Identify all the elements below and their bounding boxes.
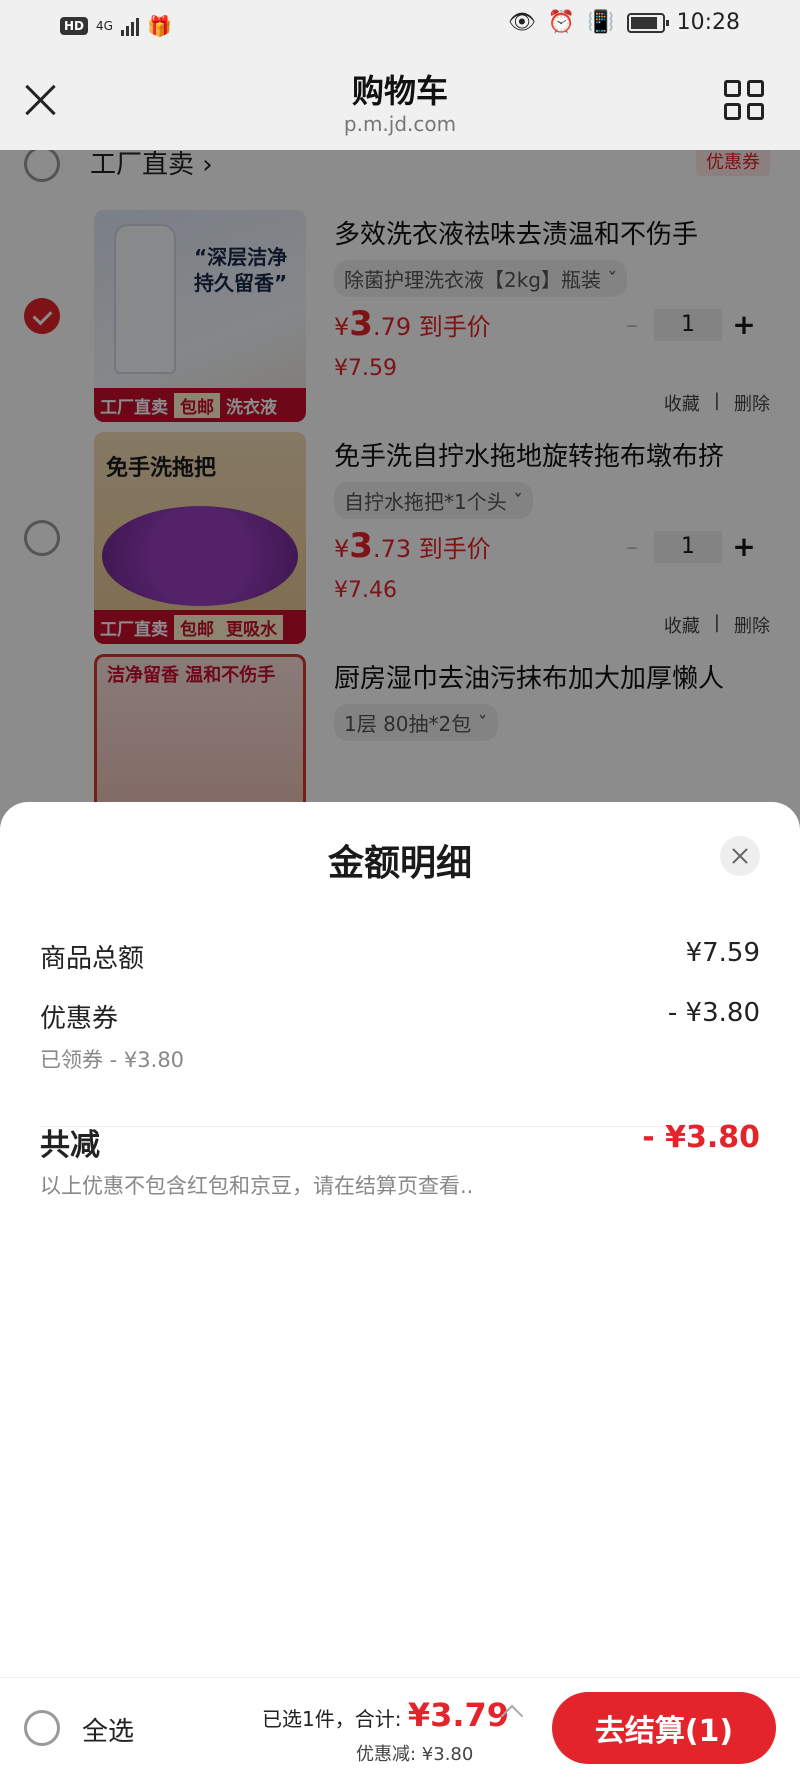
select-all-radio[interactable] <box>24 1710 60 1746</box>
page-title: 购物车 <box>351 72 448 110</box>
hd-icon: HD <box>60 17 89 35</box>
selected-count: 已选1件，合计: <box>262 1707 402 1731</box>
coupon-value: - ¥3.80 <box>667 998 760 1028</box>
sheet-title: 金额明细 <box>327 843 472 884</box>
checkout-button[interactable]: 去结算(1) <box>552 1692 776 1764</box>
checkout-bar: 全选 已选1件，合计: ¥3.79 优惠减: ¥3.80 去结算(1) <box>0 1677 800 1777</box>
network-label: 4G <box>96 19 113 33</box>
coupon-row: 优惠券 - ¥3.80 <box>40 998 760 1035</box>
saving-text: 优惠减: ¥3.80 <box>356 1744 474 1765</box>
signal-icon <box>120 16 139 36</box>
coupon-detail: 已领券 - ¥3.80 <box>40 1048 185 1072</box>
alarm-icon: ⏰ <box>547 10 576 35</box>
total-price: ¥3.79 <box>407 1696 510 1734</box>
gift-icon: 🎁 <box>146 14 172 38</box>
grid-menu-icon[interactable] <box>724 80 764 120</box>
select-all-label[interactable]: 全选 <box>82 1711 134 1748</box>
goods-total-value: ¥7.59 <box>685 938 760 968</box>
status-bar: HD 4G 🎁 👁 ⏰ 📳 10:28 <box>0 0 800 54</box>
total-discount-row: 共减 - ¥3.80 <box>40 1120 760 1164</box>
header: 购物车 p.m.jd.com <box>0 54 800 150</box>
total-discount-value: - ¥3.80 <box>642 1120 760 1155</box>
amount-detail-sheet: 金额明细 商品总额 ¥7.59 优惠券 - ¥3.80 已领券 - ¥3.80 … <box>0 802 800 1677</box>
vibrate-icon: 📳 <box>587 10 615 35</box>
page-url: p.m.jd.com <box>343 112 457 136</box>
discount-note: 以上优惠不包含红包和京豆，请在结算页查看.. <box>40 1174 474 1198</box>
coupon-label: 优惠券 <box>40 1004 119 1034</box>
clock: 10:28 <box>676 10 740 35</box>
battery-icon <box>626 12 669 33</box>
total-discount-label: 共减 <box>40 1128 100 1163</box>
eye-icon: 👁 <box>507 10 536 35</box>
order-summary: 已选1件，合计: ¥3.79 <box>262 1696 509 1734</box>
goods-total-label: 商品总额 <box>40 944 145 974</box>
close-icon[interactable] <box>720 836 760 876</box>
goods-total-row: 商品总额 ¥7.59 <box>40 938 760 975</box>
